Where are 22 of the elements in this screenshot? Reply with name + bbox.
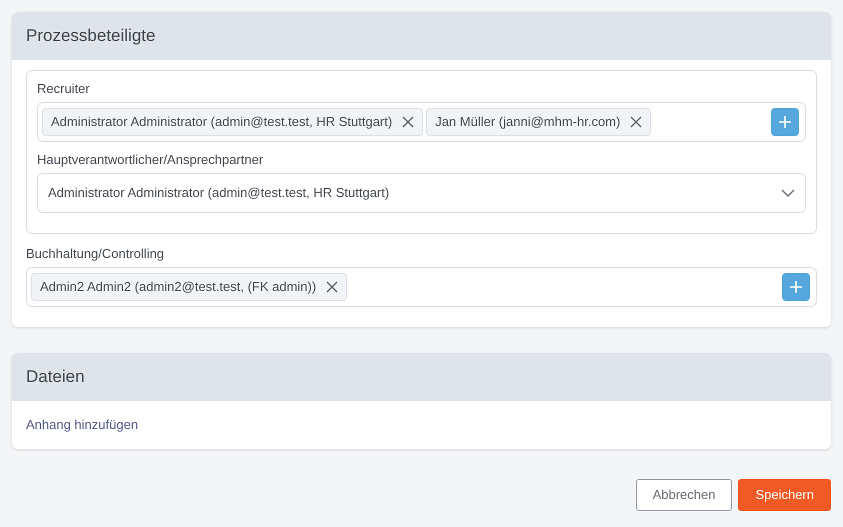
close-icon[interactable]: [326, 281, 338, 293]
add-button[interactable]: [782, 273, 810, 301]
field-label: Buchhaltung/Controlling: [26, 246, 166, 262]
select-value: Administrator Administrator (admin@test.test, HR Stuttgart): [48, 184, 390, 202]
tag-label: Administrator Administrator (admin@test.test, HR Stuttgart): [51, 113, 392, 132]
add-button[interactable]: [771, 108, 799, 136]
tag-label: Admin2 Admin2 (admin2@test.test, (FK admin)): [40, 278, 316, 296]
tag-label: Jan Müller (janni@mhm-hr.com): [435, 113, 620, 132]
tag-input-field[interactable]: Admin2 Admin2 (admin2@test.test, (FK admin)): [26, 267, 817, 307]
field-label: Hauptverantwortlicher/Ansprechpartner: [37, 152, 264, 168]
select-field[interactable]: Administrator Administrator (admin@test.test, HR Stuttgart): [37, 173, 806, 213]
close-icon[interactable]: [630, 116, 642, 128]
plus-icon: [778, 115, 792, 129]
field-label: Recruiter: [37, 81, 91, 97]
section-title: Dateien: [26, 366, 85, 388]
cancel-button[interactable]: Abbrechen: [636, 479, 732, 511]
close-icon[interactable]: [402, 116, 414, 128]
tag-input-field[interactable]: Administrator Administrator (admin@test.test, HR Stuttgart) Jan Müller (janni@mhm-hr.com): [37, 102, 806, 142]
plus-icon: [789, 280, 803, 294]
attachment-link[interactable]: Anhang hinzufügen: [26, 417, 138, 432]
section-title: Prozessbeteiligte: [26, 25, 156, 48]
chevron-down-icon: [781, 189, 795, 197]
